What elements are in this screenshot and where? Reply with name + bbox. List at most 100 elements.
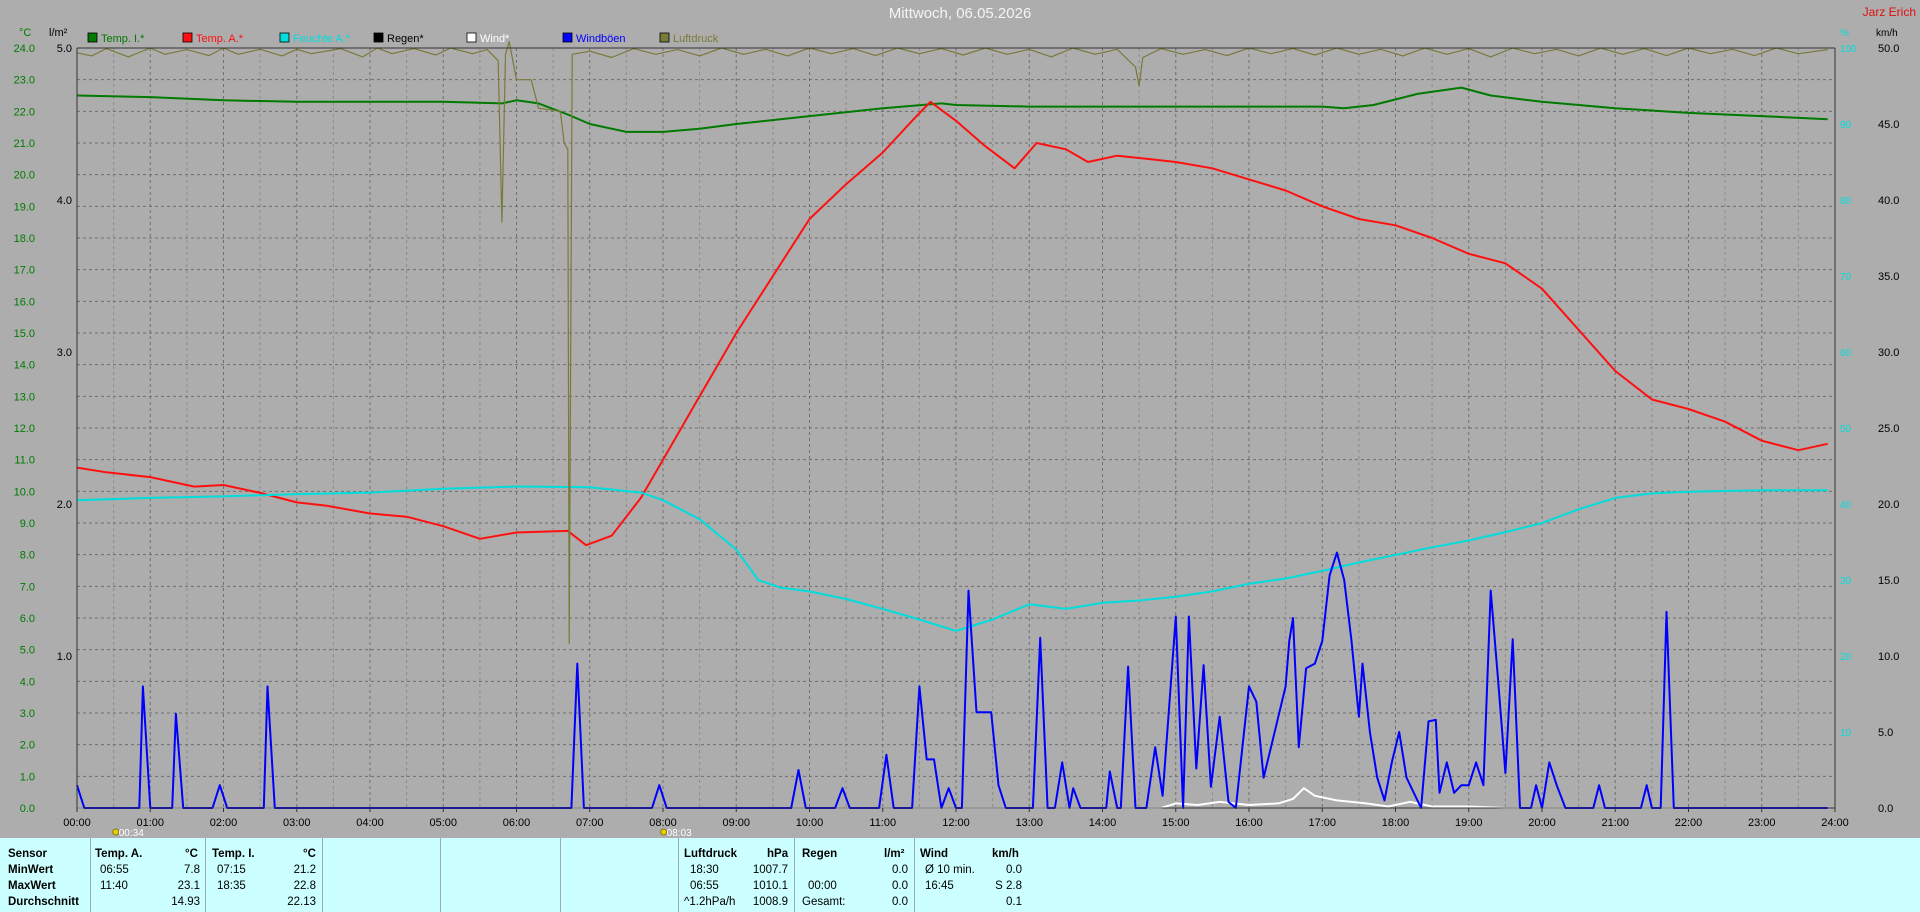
wind-tick-label: 5.0 xyxy=(1878,727,1893,739)
series-line-5 xyxy=(76,41,1828,644)
chart-grid xyxy=(77,48,1835,808)
x-tick-label: 24:00 xyxy=(1821,817,1849,829)
left-tick-label: 2.0 xyxy=(20,740,35,752)
row-label-avg: Durchschnitt xyxy=(8,896,79,908)
x-tick-label: 05:00 xyxy=(429,817,457,829)
rain-axis-unit: l/m² xyxy=(49,27,68,39)
temp-in-avg-value: 22.13 xyxy=(287,896,316,908)
wind-avg10-value: 0.0 xyxy=(1006,864,1022,876)
left-tick-label: 5.0 xyxy=(20,645,35,657)
wind-tick-label: 10.0 xyxy=(1878,651,1899,663)
rain-tick-label: 3.0 xyxy=(57,347,72,359)
wind-max-time: 16:45 xyxy=(925,880,954,892)
x-tick-label: 21:00 xyxy=(1601,817,1629,829)
rain-tick-label: 5.0 xyxy=(57,43,72,55)
wind-tick-label: 20.0 xyxy=(1878,499,1899,511)
x-tick-label: 14:00 xyxy=(1089,817,1117,829)
pressure-max-value: 1010.1 xyxy=(752,880,788,892)
x-tick-label: 15:00 xyxy=(1162,817,1190,829)
temp-in-min-value: 21.2 xyxy=(293,864,316,876)
panel-separator xyxy=(914,838,915,912)
left-tick-label: 3.0 xyxy=(20,708,35,720)
rain-tick-label: 1.0 xyxy=(57,651,72,663)
panel-separator xyxy=(440,838,441,912)
temp-out-header: Temp. A. xyxy=(95,848,143,860)
legend-swatch xyxy=(182,32,193,43)
left-tick-label: 8.0 xyxy=(20,550,35,562)
rain-tick-label: 4.0 xyxy=(57,195,72,207)
left-tick-label: 12.0 xyxy=(14,423,35,435)
legend-label: Temp. A.* xyxy=(196,33,244,45)
temp-out-avg-value: 14.93 xyxy=(171,896,200,908)
series-line-4 xyxy=(76,551,1828,809)
left-tick-label: 21.0 xyxy=(14,138,35,150)
legend-swatch xyxy=(466,32,477,43)
legend-swatch xyxy=(562,32,573,43)
wind-max-value: S 2.8 xyxy=(995,880,1022,892)
x-tick-label: 00:00 xyxy=(63,817,91,829)
wind-header: Wind xyxy=(920,848,948,860)
rain-unit: l/m² xyxy=(884,848,905,860)
wind-tick-label: 25.0 xyxy=(1878,423,1899,435)
left-tick-label: 13.0 xyxy=(14,391,35,403)
rain-row1-value: 0.0 xyxy=(892,864,908,876)
pressure-max-time: 06:55 xyxy=(690,880,719,892)
x-tick-label: 17:00 xyxy=(1308,817,1336,829)
wind-unit: km/h xyxy=(992,848,1019,860)
x-tick-label: 06:00 xyxy=(503,817,531,829)
x-tick-label: 20:00 xyxy=(1528,817,1556,829)
legend-label: Wind* xyxy=(480,33,510,45)
pressure-min-value: 1007.7 xyxy=(752,864,788,876)
rain-tick-label: 2.0 xyxy=(57,499,72,511)
humidity-tick-label: 90 xyxy=(1840,120,1852,131)
temp-out-unit: °C xyxy=(185,848,198,860)
left-tick-label: 23.0 xyxy=(14,75,35,87)
left-tick-label: 18.0 xyxy=(14,233,35,245)
chart-legend: Temp. I.* Temp. A.* Feuchte A.* Regen* Wind*… xyxy=(87,32,719,45)
x-tick-label: 03:00 xyxy=(283,817,311,829)
x-tick-label: 09:00 xyxy=(722,817,750,829)
legend-swatch xyxy=(659,32,670,43)
x-tick-label: 19:00 xyxy=(1455,817,1483,829)
pressure-current-value: 1008.9 xyxy=(752,896,788,908)
temp-out-min-time: 06:55 xyxy=(100,864,129,876)
x-tick-label: 11:00 xyxy=(869,817,896,829)
temp-in-unit: °C xyxy=(303,848,316,860)
wind-avg10-label: Ø 10 min. xyxy=(925,864,975,876)
station-name: Jarz Erich xyxy=(1862,5,1916,19)
x-tick-label: 10:00 xyxy=(796,817,824,829)
left-tick-label: 16.0 xyxy=(14,296,35,308)
left-tick-label: 11.0 xyxy=(14,455,35,467)
wind-avg-value: 0.1 xyxy=(1006,896,1022,908)
humidity-tick-label: 70 xyxy=(1840,272,1852,283)
left-tick-label: 6.0 xyxy=(20,613,35,625)
x-tick-label: 13:00 xyxy=(1015,817,1043,829)
chart-title: Mittwoch, 06.05.2026 xyxy=(888,5,1032,22)
wind-tick-label: 15.0 xyxy=(1878,575,1899,587)
pressure-unit: hPa xyxy=(767,848,789,860)
statistics-panel: Sensor MinWert MaxWert Durchschnitt Temp… xyxy=(0,838,1920,912)
temp-out-min-value: 7.8 xyxy=(184,864,200,876)
panel-separator xyxy=(90,838,91,912)
rain-total-label: Gesamt: xyxy=(802,896,846,908)
left-tick-label: 0.0 xyxy=(20,803,35,815)
left-tick-label: 7.0 xyxy=(20,581,35,593)
humidity-tick-label: 10 xyxy=(1840,728,1852,739)
rain-max-value: 0.0 xyxy=(892,880,908,892)
row-label-min: MinWert xyxy=(8,864,54,876)
humidity-tick-label: 30 xyxy=(1840,576,1852,587)
left-tick-label: 1.0 xyxy=(20,771,35,783)
panel-separator xyxy=(205,838,206,912)
left-tick-label: 24.0 xyxy=(14,43,35,55)
x-tick-label: 22:00 xyxy=(1675,817,1703,829)
panel-separator xyxy=(560,838,561,912)
legend-swatch xyxy=(87,32,98,43)
humidity-axis-unit: % xyxy=(1840,28,1849,39)
temp-in-min-time: 07:15 xyxy=(217,864,246,876)
sensor-header: Sensor xyxy=(8,848,47,860)
series-line-1 xyxy=(76,100,1828,547)
marker-label: 00:34 xyxy=(119,828,144,838)
legend-label: Temp. I.* xyxy=(101,33,145,45)
wind-tick-label: 35.0 xyxy=(1878,271,1899,283)
legend-label: Luftdruck xyxy=(673,33,719,45)
